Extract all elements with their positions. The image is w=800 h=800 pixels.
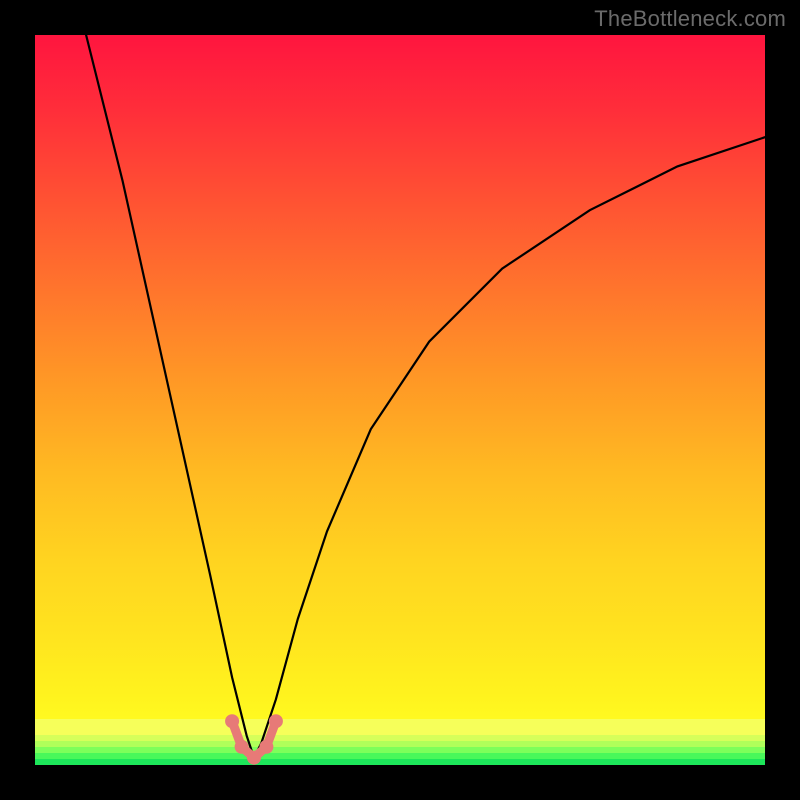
notch-dot (225, 714, 239, 728)
chart-stage: TheBottleneck.com (0, 0, 800, 800)
notch-dot (235, 740, 249, 754)
plot-area (35, 35, 765, 765)
notch-dots (225, 714, 283, 765)
notch-dot (247, 751, 261, 765)
curve-layer (35, 35, 765, 765)
notch-dot (259, 740, 273, 754)
watermark-text: TheBottleneck.com (594, 6, 786, 32)
notch-dot (269, 714, 283, 728)
bottleneck-curve (86, 35, 765, 758)
